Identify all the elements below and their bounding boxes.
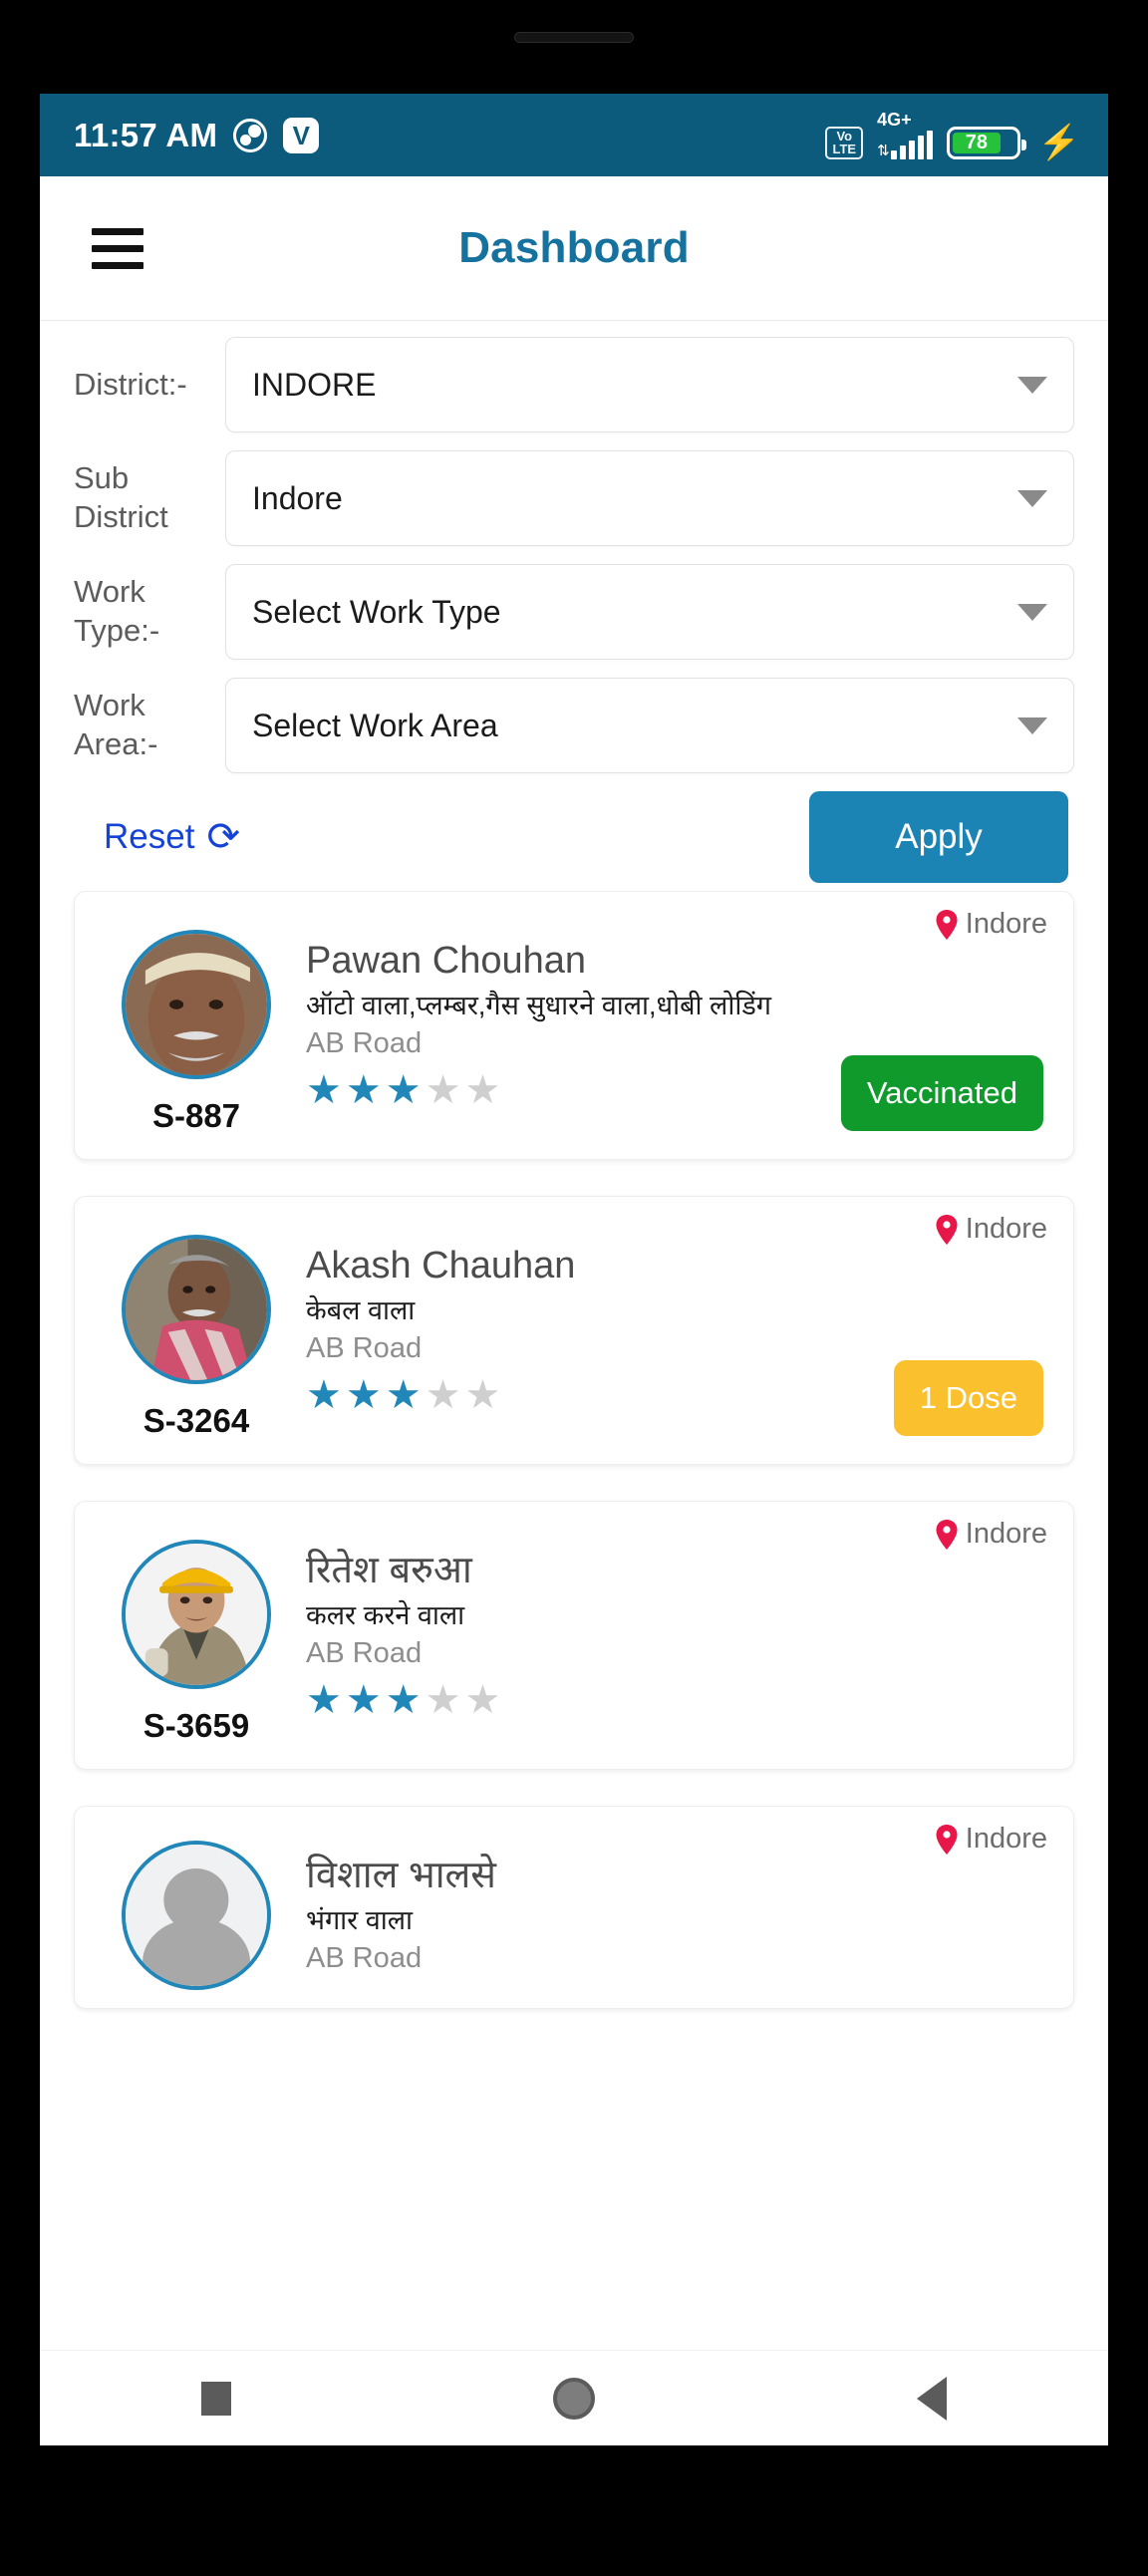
avatar[interactable] xyxy=(122,930,271,1079)
chevron-down-icon xyxy=(1017,376,1047,394)
circle-home-icon[interactable] xyxy=(552,2377,595,2420)
worker-identity xyxy=(97,1821,296,2008)
sub-district-label: Sub District xyxy=(74,460,168,534)
worker-work-type: कलर करने वाला xyxy=(306,1599,465,1630)
charging-bolt-icon: ⚡ xyxy=(1037,124,1080,161)
volte-line-1: Vo xyxy=(836,128,853,143)
worker-work-type: भंगार वाला xyxy=(306,1904,414,1935)
status-badge: Vaccinated xyxy=(840,1055,1043,1131)
sub-district-select[interactable]: Indore xyxy=(225,450,1074,546)
work-area-value: Select Work Area xyxy=(252,707,498,743)
worker-name: रितेश बरुआ xyxy=(306,1550,472,1591)
worker-name: Pawan Chouhan xyxy=(306,940,586,982)
work-type-value: Select Work Type xyxy=(252,593,501,630)
clock-app-icon xyxy=(233,118,268,152)
worker-address: AB Road xyxy=(306,1637,423,1670)
work-type-select[interactable]: Select Work Type xyxy=(225,564,1074,660)
filter-row-work-type: Work Type:- Select Work Type xyxy=(74,564,1074,660)
triangle-back-icon[interactable] xyxy=(917,2376,948,2421)
worker-card-body: विशाल भालसे भंगार वाला AB Road xyxy=(97,1821,1051,2008)
work-type-label: Work Type:- xyxy=(74,574,160,648)
avatar[interactable] xyxy=(122,1540,271,1689)
chevron-down-icon xyxy=(1017,489,1047,507)
filter-row-district: District:- INDORE xyxy=(74,337,1074,432)
worker-card[interactable]: Indore xyxy=(74,891,1074,1160)
sub-district-value: Indore xyxy=(252,479,343,516)
placeholder-person-icon xyxy=(126,1845,267,1986)
phone-screen: 11:57 AM V Vo LTE 4G+ ⇅ 78 ⚡ Dashboard D… xyxy=(40,94,1108,2445)
worker-card[interactable]: Indore xyxy=(74,1501,1074,1770)
status-bar: 11:57 AM V Vo LTE 4G+ ⇅ 78 ⚡ xyxy=(40,94,1108,176)
chevron-down-icon xyxy=(1017,603,1047,621)
worker-card-body: S-887 Pawan Chouhan ऑटो वाला,प्लम्बर,गैस… xyxy=(97,906,1051,1135)
signal-bars-icon xyxy=(890,131,933,159)
work-area-select[interactable]: Select Work Area xyxy=(225,678,1074,773)
v-app-icon: V xyxy=(283,117,320,153)
work-area-label: Work Area:- xyxy=(74,688,158,761)
filter-row-work-area: Work Area:- Select Work Area xyxy=(74,678,1074,773)
district-label: District:- xyxy=(74,366,187,402)
district-select[interactable]: INDORE xyxy=(225,337,1074,432)
worker-name: विशाल भालसे xyxy=(306,1855,496,1896)
worker-id: S-887 xyxy=(151,1097,241,1134)
worker-card-body: S-3659 रितेश बरुआ कलर करने वाला AB Road … xyxy=(97,1516,1051,1745)
worker-rating[interactable]: ★ ★ ★ ★ ★ xyxy=(306,1680,1051,1720)
avatar[interactable] xyxy=(122,1841,271,1990)
worker-details: विशाल भालसे भंगार वाला AB Road xyxy=(296,1821,1051,2008)
phone-device-frame: 11:57 AM V Vo LTE 4G+ ⇅ 78 ⚡ Dashboard D… xyxy=(0,0,1148,2576)
worker-card[interactable]: Indore xyxy=(74,1196,1074,1465)
app-bar: Dashboard xyxy=(40,176,1108,321)
earpiece-speaker xyxy=(514,32,634,43)
worker-identity: S-887 xyxy=(97,906,296,1135)
battery-icon: 78 xyxy=(946,127,1026,159)
signal-icon: 4G+ ⇅ xyxy=(877,111,933,159)
worker-details: Pawan Chouhan ऑटो वाला,प्लम्बर,गैस सुधार… xyxy=(296,906,1051,1135)
worker-details: Akash Chauhan केबल वाला AB Road ★ ★ ★ ★ ★ 1 … xyxy=(296,1211,1051,1440)
apply-button[interactable]: Apply xyxy=(809,791,1068,883)
avatar[interactable] xyxy=(122,1235,271,1384)
filter-panel: District:- INDORE Sub District Indore Wo… xyxy=(40,321,1108,891)
volte-line-2: LTE xyxy=(832,142,857,157)
district-value: INDORE xyxy=(252,366,377,403)
worker-work-type: केबल वाला xyxy=(306,1294,416,1325)
worker-work-type: ऑटो वाला,प्लम्बर,गैस सुधारने वाला,धोबी ल… xyxy=(306,990,771,1020)
reset-label: Reset xyxy=(104,817,195,856)
worker-card[interactable]: Indore विशाल भालसे भंगार वाला AB Road xyxy=(74,1806,1074,2009)
worker-name: Akash Chauhan xyxy=(306,1245,576,1287)
status-badge: 1 Dose xyxy=(893,1360,1043,1436)
android-nav-bar xyxy=(40,2350,1108,2445)
status-time: 11:57 AM xyxy=(74,116,218,153)
status-bar-left: 11:57 AM V xyxy=(74,116,320,154)
battery-level-label: 78 xyxy=(952,132,1002,153)
square-recents-icon[interactable] xyxy=(200,2381,231,2416)
signal-row: ⇅ xyxy=(877,131,933,159)
page-title: Dashboard xyxy=(458,223,690,272)
worker-card-body: S-3264 Akash Chauhan केबल वाला AB Road ★… xyxy=(97,1211,1051,1440)
volte-icon: Vo LTE xyxy=(825,126,864,159)
worker-identity: S-3264 xyxy=(97,1211,296,1440)
status-bar-right: Vo LTE 4G+ ⇅ 78 ⚡ xyxy=(825,111,1080,159)
reset-button[interactable]: Reset ⟳ xyxy=(80,817,240,857)
filter-row-sub-district: Sub District Indore xyxy=(74,450,1074,546)
network-type-label: 4G+ xyxy=(877,110,912,130)
refresh-icon: ⟳ xyxy=(206,815,240,859)
filter-actions: Reset ⟳ Apply xyxy=(74,791,1074,883)
worker-address: AB Road xyxy=(306,1942,423,1975)
chevron-down-icon xyxy=(1017,716,1047,734)
data-transfer-arrows-icon: ⇅ xyxy=(877,143,890,159)
worker-details: रितेश बरुआ कलर करने वाला AB Road ★ ★ ★ ★ ★ xyxy=(296,1516,1051,1745)
worker-list[interactable]: Indore S-887 Pawan Chouhan ऑटो वाला,प्लम… xyxy=(40,891,1108,2350)
worker-identity: S-3659 xyxy=(97,1516,296,1745)
worker-id: S-3659 xyxy=(143,1707,250,1744)
worker-id: S-3264 xyxy=(143,1402,250,1439)
